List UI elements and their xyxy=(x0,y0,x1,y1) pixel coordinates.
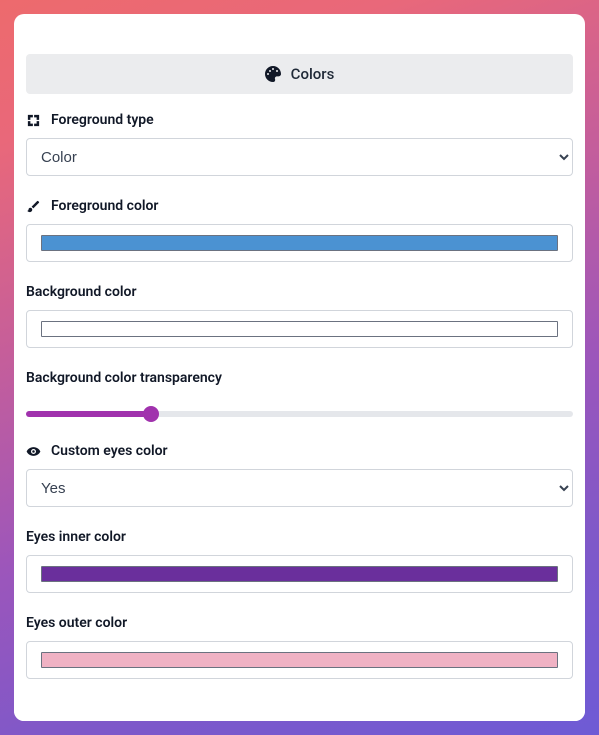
foreground-type-label: Foreground type xyxy=(51,112,154,128)
eyes-outer-label: Eyes outer color xyxy=(26,615,127,631)
background-color-swatch xyxy=(41,321,558,337)
custom-eyes-label: Custom eyes color xyxy=(51,443,168,459)
foreground-color-picker[interactable] xyxy=(26,224,573,262)
brush-icon xyxy=(26,199,41,214)
eyes-outer-color-swatch xyxy=(41,652,558,668)
section-header-colors: Colors xyxy=(26,54,573,94)
background-color-picker[interactable] xyxy=(26,310,573,348)
background-color-label: Background color xyxy=(26,284,137,300)
eyes-inner-label: Eyes inner color xyxy=(26,529,126,545)
window-titlebar xyxy=(14,14,585,44)
foreground-color-swatch xyxy=(41,235,558,251)
custom-eyes-select[interactable]: Yes xyxy=(26,469,573,507)
eye-icon xyxy=(26,444,41,459)
eyes-outer-color-picker[interactable] xyxy=(26,641,573,679)
background-transparency-label: Background color transparency xyxy=(26,370,222,386)
foreground-type-icon xyxy=(26,113,41,128)
window-maximize-icon[interactable] xyxy=(64,24,74,34)
eyes-inner-color-swatch xyxy=(41,566,558,582)
foreground-type-select[interactable]: Color xyxy=(26,138,573,176)
background-transparency-slider[interactable] xyxy=(26,411,573,417)
colors-panel: Colors Foreground type Color Foreground … xyxy=(14,44,585,721)
foreground-color-label: Foreground color xyxy=(51,198,158,214)
section-title: Colors xyxy=(291,65,335,83)
palette-icon xyxy=(265,66,281,82)
window-close-icon[interactable] xyxy=(28,24,38,34)
eyes-inner-color-picker[interactable] xyxy=(26,555,573,593)
window-minimize-icon[interactable] xyxy=(46,24,56,34)
